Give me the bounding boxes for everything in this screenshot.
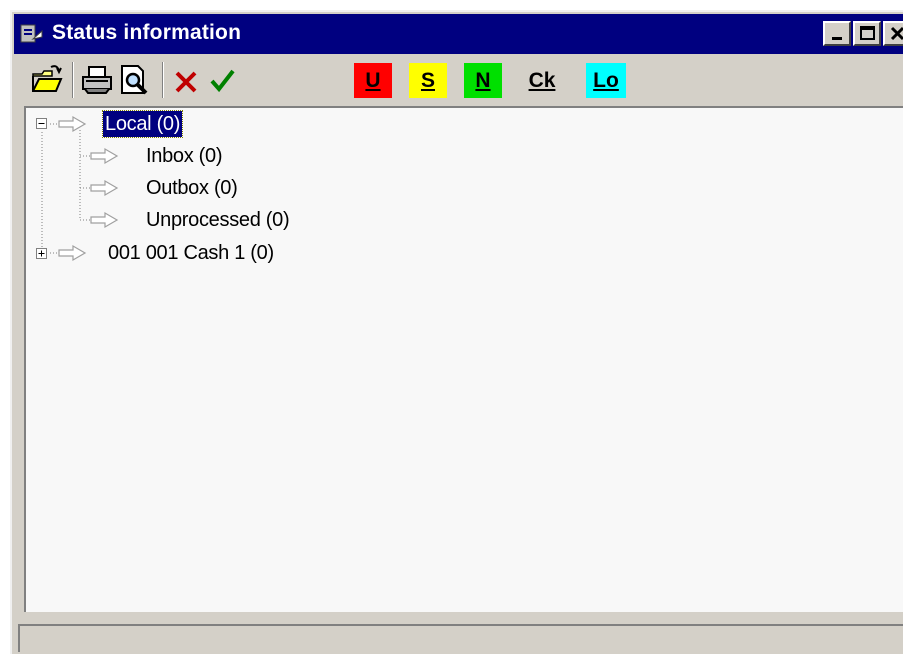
expand-cash1-toggle[interactable] bbox=[36, 248, 47, 259]
flag-u-button[interactable]: U bbox=[354, 63, 392, 98]
status-tree[interactable]: Local (0) Inbox (0) Outbox (0) Unprocess… bbox=[24, 106, 903, 612]
window-title: Status information bbox=[52, 21, 242, 44]
tree-node-inbox[interactable]: Inbox (0) bbox=[146, 143, 223, 169]
toolbar: U S N Ck Lo bbox=[14, 56, 903, 104]
flag-ck-button[interactable]: Ck bbox=[522, 63, 562, 98]
flag-s-button[interactable]: S bbox=[409, 63, 447, 98]
status-information-window: Status information U S N Ck Lo Local (0)… bbox=[10, 10, 903, 654]
arrow-icon bbox=[90, 179, 119, 197]
tree-node-cash1[interactable]: 001 001 Cash 1 (0) bbox=[108, 240, 274, 266]
tree-node-outbox[interactable]: Outbox (0) bbox=[146, 175, 238, 201]
minimize-icon bbox=[832, 37, 842, 40]
status-bar bbox=[18, 624, 903, 652]
maximize-icon bbox=[860, 26, 875, 40]
open-folder-icon[interactable] bbox=[30, 64, 64, 96]
maximize-button[interactable] bbox=[853, 21, 881, 46]
collapse-local-toggle[interactable] bbox=[36, 118, 47, 129]
close-button[interactable] bbox=[883, 21, 903, 46]
flag-n-button[interactable]: N bbox=[464, 63, 502, 98]
print-preview-icon[interactable] bbox=[118, 64, 152, 96]
app-icon bbox=[20, 24, 43, 43]
arrow-icon bbox=[90, 147, 119, 165]
tree-node-local[interactable]: Local (0) bbox=[101, 110, 184, 138]
tree-node-unprocessed[interactable]: Unprocessed (0) bbox=[146, 207, 290, 233]
confirm-check-icon[interactable] bbox=[206, 64, 240, 96]
close-icon bbox=[890, 26, 903, 41]
delete-x-icon[interactable] bbox=[170, 64, 204, 96]
title-bar[interactable]: Status information bbox=[14, 14, 903, 54]
arrow-icon bbox=[58, 115, 87, 133]
print-icon[interactable] bbox=[80, 64, 114, 96]
arrow-icon bbox=[90, 211, 119, 229]
minimize-button[interactable] bbox=[823, 21, 851, 46]
flag-lo-button[interactable]: Lo bbox=[586, 63, 626, 98]
arrow-icon bbox=[58, 244, 87, 262]
